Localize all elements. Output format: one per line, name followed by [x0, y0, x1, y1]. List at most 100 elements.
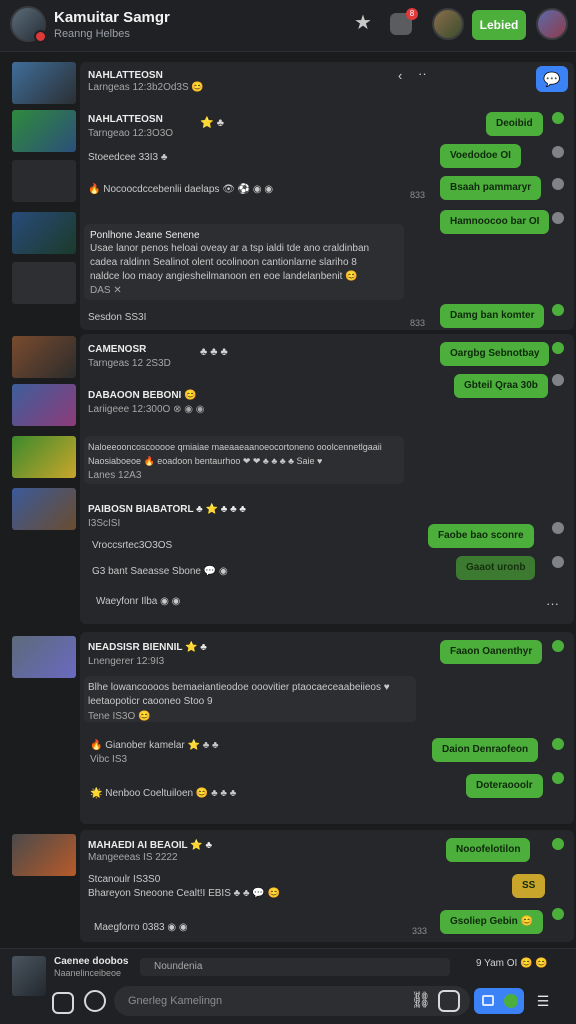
reply-bubble[interactable]: Hamnoocoo bar OI	[440, 210, 550, 234]
reply-bubble[interactable]: Oargbg Sebnotbay	[440, 342, 550, 366]
reply-bubble[interactable]: Doteraooolr	[466, 774, 543, 798]
read-indicator	[552, 146, 564, 158]
chat-icon[interactable]: 💬	[536, 66, 568, 92]
message-meta: Lanes 12A3	[88, 470, 142, 481]
read-indicator	[552, 304, 564, 316]
message-text: Naosiaboeoe 🔥 eoadoon bentaurhoo ❤ ❤ ♣ ♣…	[88, 456, 323, 466]
read-indicator	[552, 556, 564, 568]
message-author: CAMENOSR	[88, 344, 147, 355]
message-text: 🌟 Nenboo Coeltuiloen 😊 ♣ ♣ ♣	[90, 788, 237, 799]
message-text: Bhareyon Sneoone Cealt!I EBIS ♣ ♣ 💬 😊	[88, 888, 281, 899]
send-button[interactable]	[474, 988, 524, 1014]
message-text: Stcanoulr IS3S0	[88, 874, 161, 885]
notification-icon[interactable]: 8	[390, 8, 418, 35]
composer-sub: Naanelinceibeoe	[54, 968, 122, 978]
message-meta: Mangeeeas IS 2222	[88, 852, 178, 863]
message-author: NEADSISR BIENNIL ⭐ ♣	[88, 642, 207, 653]
message-text: G3 bant Saeasse Sbone 💬 ◉	[92, 566, 228, 577]
attach-icon[interactable]	[52, 992, 74, 1014]
online-dot	[504, 994, 518, 1008]
message-text: 🔥 Nocoocdccebenlii daelaps 👁 ⚽ ◉ ◉	[88, 184, 274, 195]
action-button[interactable]: Lebied	[472, 10, 526, 40]
read-indicator	[552, 522, 564, 534]
composer-status: 9 Yam OI 😊 😊	[476, 958, 548, 969]
message-meta: Lariigeee 12:300O ⊗ ◉ ◉	[88, 404, 205, 415]
reply-bubble[interactable]: Gsoliep Gebin 😊	[440, 910, 544, 934]
message-meta: Larngeas 12:3b2Od3S 😊	[88, 82, 204, 93]
read-indicator	[552, 908, 564, 920]
message-author: NAHLATTEOSN	[88, 114, 163, 125]
avatar[interactable]	[12, 488, 76, 530]
reply-bubble[interactable]: Faobe bao sconre	[428, 524, 534, 548]
read-indicator	[552, 212, 564, 224]
reply-bubble[interactable]: Daion Denraofeon	[432, 738, 539, 762]
reply-bubble[interactable]: Faaon Oanenthyr	[440, 640, 543, 664]
user-avatar[interactable]	[536, 8, 568, 40]
reply-bubble[interactable]: Gbteil Qraa 30b	[454, 374, 548, 398]
avatar[interactable]	[12, 636, 76, 678]
friend-avatar[interactable]	[432, 8, 464, 40]
compose-icon	[482, 995, 494, 1006]
message-meta: Tene IS3O 😊	[88, 711, 151, 722]
message-emoji: ⭐ ♣	[200, 117, 224, 129]
more-icon[interactable]: ···	[546, 596, 559, 611]
avatar[interactable]	[12, 336, 76, 378]
reply-bubble[interactable]: Bsaah pammaryr	[440, 176, 542, 200]
read-indicator	[552, 374, 564, 386]
star-icon[interactable]: ★	[352, 12, 374, 34]
avatar[interactable]	[12, 436, 76, 478]
reply-preview[interactable]: Noundenia	[140, 958, 450, 976]
avatar[interactable]	[12, 110, 76, 152]
avatar[interactable]	[12, 212, 76, 254]
gif-icon[interactable]	[438, 990, 460, 1012]
reply-bubble[interactable]: Deoibid	[486, 112, 543, 136]
avatar[interactable]	[12, 834, 76, 876]
message-author: PAIBOSN BIABATORL ♣ ⭐ ♣ ♣ ♣	[88, 504, 246, 515]
message-meta: Lnengerer 12:9I3	[88, 656, 165, 667]
message-tag: DAS ✕	[90, 285, 122, 296]
timestamp: 833	[410, 190, 426, 200]
reply-bubble[interactable]: Voedodoe OI	[440, 144, 521, 168]
reply-bubble[interactable]: SS	[512, 874, 546, 898]
composer-avatar[interactable]	[12, 956, 46, 996]
avatar[interactable]	[12, 160, 76, 202]
profile-avatar[interactable]	[10, 6, 47, 43]
message-text: naldce loo maoy angiesheilmanoon en eoe …	[90, 271, 358, 282]
read-indicator	[552, 342, 564, 354]
message-author: DABAOON BEBONI 😊	[88, 390, 197, 401]
message-text: Stoeedcee 33I3 ♣	[88, 152, 168, 163]
read-indicator	[552, 112, 564, 124]
message-text: Vroccsrtec3O3OS	[92, 540, 173, 551]
avatar[interactable]	[12, 262, 76, 304]
emoji-icon[interactable]	[84, 990, 106, 1012]
message-text: Maegforro 0383 ◉ ◉	[94, 922, 188, 933]
reply-bubble[interactable]: Gaaot uronb	[456, 556, 536, 580]
more-icon[interactable]: ··	[418, 66, 427, 81]
message-meta: Tarngeas 12 2S3D	[88, 358, 171, 369]
read-indicator	[552, 640, 564, 652]
message-meta: Vibc IS3	[90, 754, 128, 765]
avatar[interactable]	[12, 384, 76, 426]
message-meta: I3ScISI	[88, 518, 121, 529]
page-subtitle: Reanng Helbes	[54, 28, 130, 40]
read-indicator	[552, 178, 564, 190]
message-text: Blhe lowancoooos bemaeiantieodoe oooviti…	[88, 682, 390, 693]
message-text: Naloeeooncoscooooe qmiaiae maeaaeaanoeoc…	[88, 442, 382, 452]
reply-bubble[interactable]: Nooofelotilon	[446, 838, 531, 862]
page-title: Kamuitar Samgr	[54, 9, 170, 26]
message-author: NAHLATTEOSN	[88, 70, 163, 81]
notification-count: 8	[406, 8, 418, 20]
menu-icon[interactable]: ☰	[532, 990, 554, 1012]
message-emoji: ♣ ♣ ♣	[200, 346, 228, 358]
back-icon[interactable]: ‹	[398, 68, 402, 83]
message-text: Sesdon SS3I	[88, 312, 147, 323]
avatar[interactable]	[12, 62, 76, 104]
message-text: Waeyfonr Ilba ◉ ◉	[96, 596, 181, 607]
message-meta: Tarngeao 12:3O3O	[88, 128, 174, 139]
read-indicator	[552, 738, 564, 750]
message-text: Usae lanor penos heloai oveay ar a tsp i…	[90, 243, 370, 254]
reply-bubble[interactable]: Damg ban komter	[440, 304, 545, 328]
status-badge	[34, 30, 47, 43]
link-icon[interactable]: ⛓	[410, 990, 432, 1012]
composer-name: Caenee doobos	[54, 956, 129, 967]
